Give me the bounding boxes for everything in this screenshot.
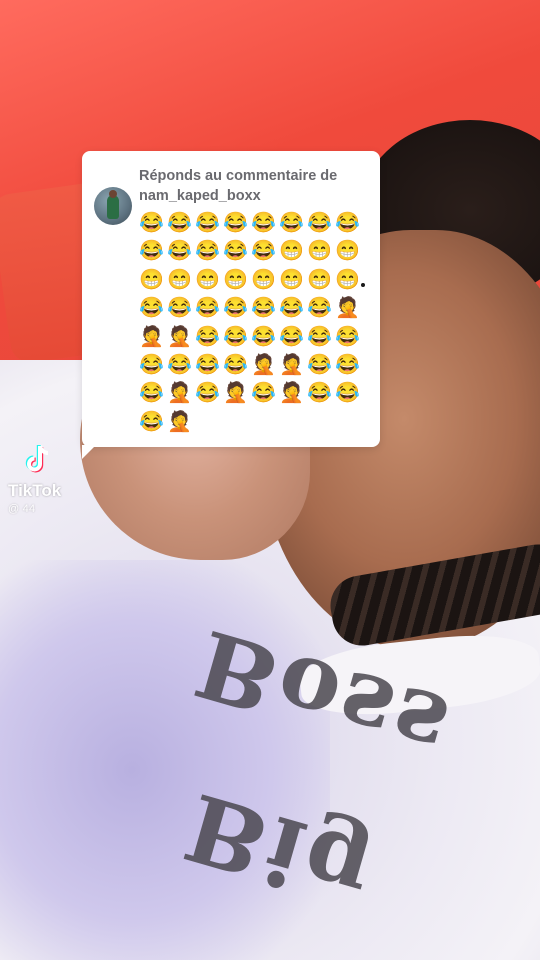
comment-emoji: 😁 <box>139 268 164 291</box>
comment-emoji: 😂 <box>307 353 332 376</box>
comment-emoji: 😂 <box>223 325 248 348</box>
comment-emoji: 🤦 <box>139 325 164 348</box>
comment-emoji: 😂 <box>335 382 360 405</box>
comment-emoji: 😂 <box>139 353 164 376</box>
comment-emoji: 😂 <box>251 382 276 405</box>
comment-emoji: 😂 <box>251 212 276 234</box>
comment-emoji: 😂 <box>307 297 332 320</box>
comment-emoji: 😂 <box>279 325 304 348</box>
comment-emoji: 😁 <box>335 268 360 291</box>
comment-emoji: 😂 <box>167 297 192 320</box>
comment-emoji: 🤦 <box>167 382 192 405</box>
video-background: Big Boss <box>0 0 540 960</box>
comment-emoji: 😂 <box>167 240 192 263</box>
comment-emoji: 😁 <box>195 268 220 291</box>
comment-emoji: 😂 <box>167 353 192 376</box>
comment-emoji: 😂 <box>195 212 220 234</box>
comment-emoji: 😂 <box>251 325 276 348</box>
reply-header: Réponds au commentaire de nam_kaped_boxx <box>139 168 338 204</box>
commenter-avatar <box>94 187 132 225</box>
comment-emoji: 😁 <box>279 240 304 263</box>
comment-emoji: 😁 <box>307 268 332 291</box>
comment-emoji: 🤦 <box>279 353 304 376</box>
comment-emoji: 🤦 <box>279 382 304 405</box>
comment-emoji: 😁 <box>335 240 360 263</box>
comment-emoji: 😁 <box>167 268 192 291</box>
comment-emoji: 😂 <box>139 240 164 263</box>
comment-emoji: 🤦 <box>335 297 360 320</box>
comment-emoji: 😂 <box>307 212 332 234</box>
comment-emoji: 😂 <box>335 325 360 348</box>
comment-emoji: 😂 <box>223 297 248 320</box>
comment-emoji: 😂 <box>195 382 220 405</box>
comment-emoji: 😂 <box>139 410 164 433</box>
comment-emoji: 😁 <box>307 240 332 263</box>
comment-emoji: 😂 <box>167 212 192 234</box>
comment-emoji: 😁 <box>251 268 276 291</box>
comment-emoji: 😂 <box>223 353 248 376</box>
comment-emoji: 😂 <box>279 212 304 234</box>
comment-emoji: 😂 <box>335 353 360 376</box>
comment-emoji: 😂 <box>335 212 360 234</box>
comment-emoji: 😂 <box>223 212 248 234</box>
comment-emoji: 😂 <box>307 382 332 405</box>
comment-emoji: 😁 <box>223 268 248 291</box>
comment-emoji: 😂 <box>279 297 304 320</box>
comment-emoji-text: 😂 😂 😂 😂 😂 😂 😂 😂 😂 😂 😂 😂 😂 😁 😁 😁 😁 😁 😁 😁 😁 😁 😁 😁 😂 😂 😂 😂 😂 😂 😂 🤦 🤦 🤦 😂 😂 😂 😂 😂 😂… <box>139 209 371 436</box>
comment-emoji: 😂 <box>195 297 220 320</box>
comment-emoji: 🤦 <box>167 325 192 348</box>
comment-reply-card[interactable]: Réponds au commentaire de nam_kaped_boxx… <box>82 151 380 447</box>
card-pointer <box>82 445 96 459</box>
comment-emoji: 😂 <box>139 382 164 405</box>
comment-emoji: 🤦 <box>223 382 248 405</box>
comment-emoji: 😂 <box>195 240 220 263</box>
comment-emoji: 😂 <box>195 353 220 376</box>
comment-emoji: 😂 <box>139 212 164 234</box>
tiktok-logo-icon <box>25 445 49 473</box>
comment-emoji: 🤦 <box>167 410 192 433</box>
comment-emoji: 😂 <box>195 325 220 348</box>
watermark-username: @ 44 <box>8 503 36 515</box>
comment-emoji: 😂 <box>307 325 332 348</box>
comment-emoji: 😂 <box>223 240 248 263</box>
comment-emoji: 😂 <box>251 297 276 320</box>
comment-emoji: 😂 <box>251 240 276 263</box>
stray-dot <box>361 283 365 287</box>
comment-emoji: 😁 <box>279 268 304 291</box>
comment-emoji: 😂 <box>139 297 164 320</box>
tiktok-wordmark: TikTok <box>8 481 62 500</box>
comment-emoji: 🤦 <box>251 353 276 376</box>
